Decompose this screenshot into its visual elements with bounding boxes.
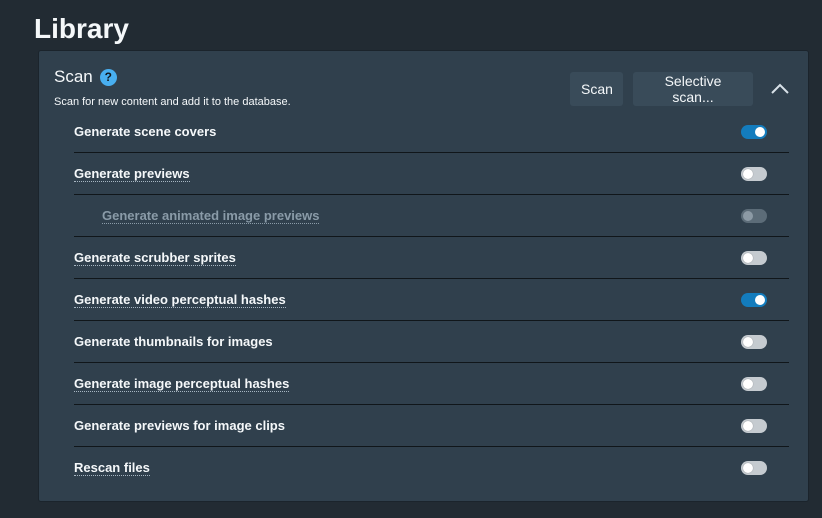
option-row: Rescan files: [74, 447, 789, 489]
chevron-up-icon: [771, 83, 789, 94]
option-label: Generate scene covers: [74, 124, 217, 139]
option-toggle[interactable]: [741, 335, 767, 349]
scan-description: Scan for new content and add it to the d…: [54, 96, 291, 108]
option-label: Generate video perceptual hashes: [74, 292, 286, 308]
scan-panel: Scan ? Scan for new content and add it t…: [38, 50, 809, 502]
option-label: Generate animated image previews: [102, 208, 320, 224]
selective-scan-button[interactable]: Selective scan...: [633, 72, 753, 106]
option-label: Rescan files: [74, 460, 150, 476]
option-label: Generate thumbnails for images: [74, 334, 273, 349]
option-toggle[interactable]: [741, 419, 767, 433]
option-label: Generate previews for image clips: [74, 418, 285, 433]
option-row: Generate scene covers: [74, 111, 789, 153]
option-row: Generate scrubber sprites: [74, 237, 789, 279]
option-label: Generate previews: [74, 166, 190, 182]
scan-heading: Scan ?: [54, 67, 117, 87]
option-toggle: [741, 209, 767, 223]
option-toggle[interactable]: [741, 167, 767, 181]
scan-options-list: Generate scene covers Generate previews Ge…: [74, 111, 789, 489]
option-row: Generate video perceptual hashes: [74, 279, 789, 321]
option-row: Generate previews for image clips: [74, 405, 789, 447]
option-toggle[interactable]: [741, 461, 767, 475]
scan-title: Scan: [54, 67, 93, 86]
option-toggle[interactable]: [741, 293, 767, 307]
option-row: Generate previews: [74, 153, 789, 195]
page-title: Library: [34, 13, 129, 44]
option-row: Generate animated image previews: [74, 195, 789, 237]
option-row: Generate image perceptual hashes: [74, 363, 789, 405]
option-row: Generate thumbnails for images: [74, 321, 789, 363]
option-label: Generate image perceptual hashes: [74, 376, 290, 392]
option-toggle[interactable]: [741, 377, 767, 391]
settings-page: Library Scan ? Scan for new content and …: [0, 0, 822, 518]
scan-button[interactable]: Scan: [570, 72, 623, 106]
option-toggle[interactable]: [741, 125, 767, 139]
option-label: Generate scrubber sprites: [74, 250, 236, 266]
collapse-button[interactable]: [763, 72, 797, 106]
help-icon[interactable]: ?: [99, 68, 117, 86]
option-toggle[interactable]: [741, 251, 767, 265]
